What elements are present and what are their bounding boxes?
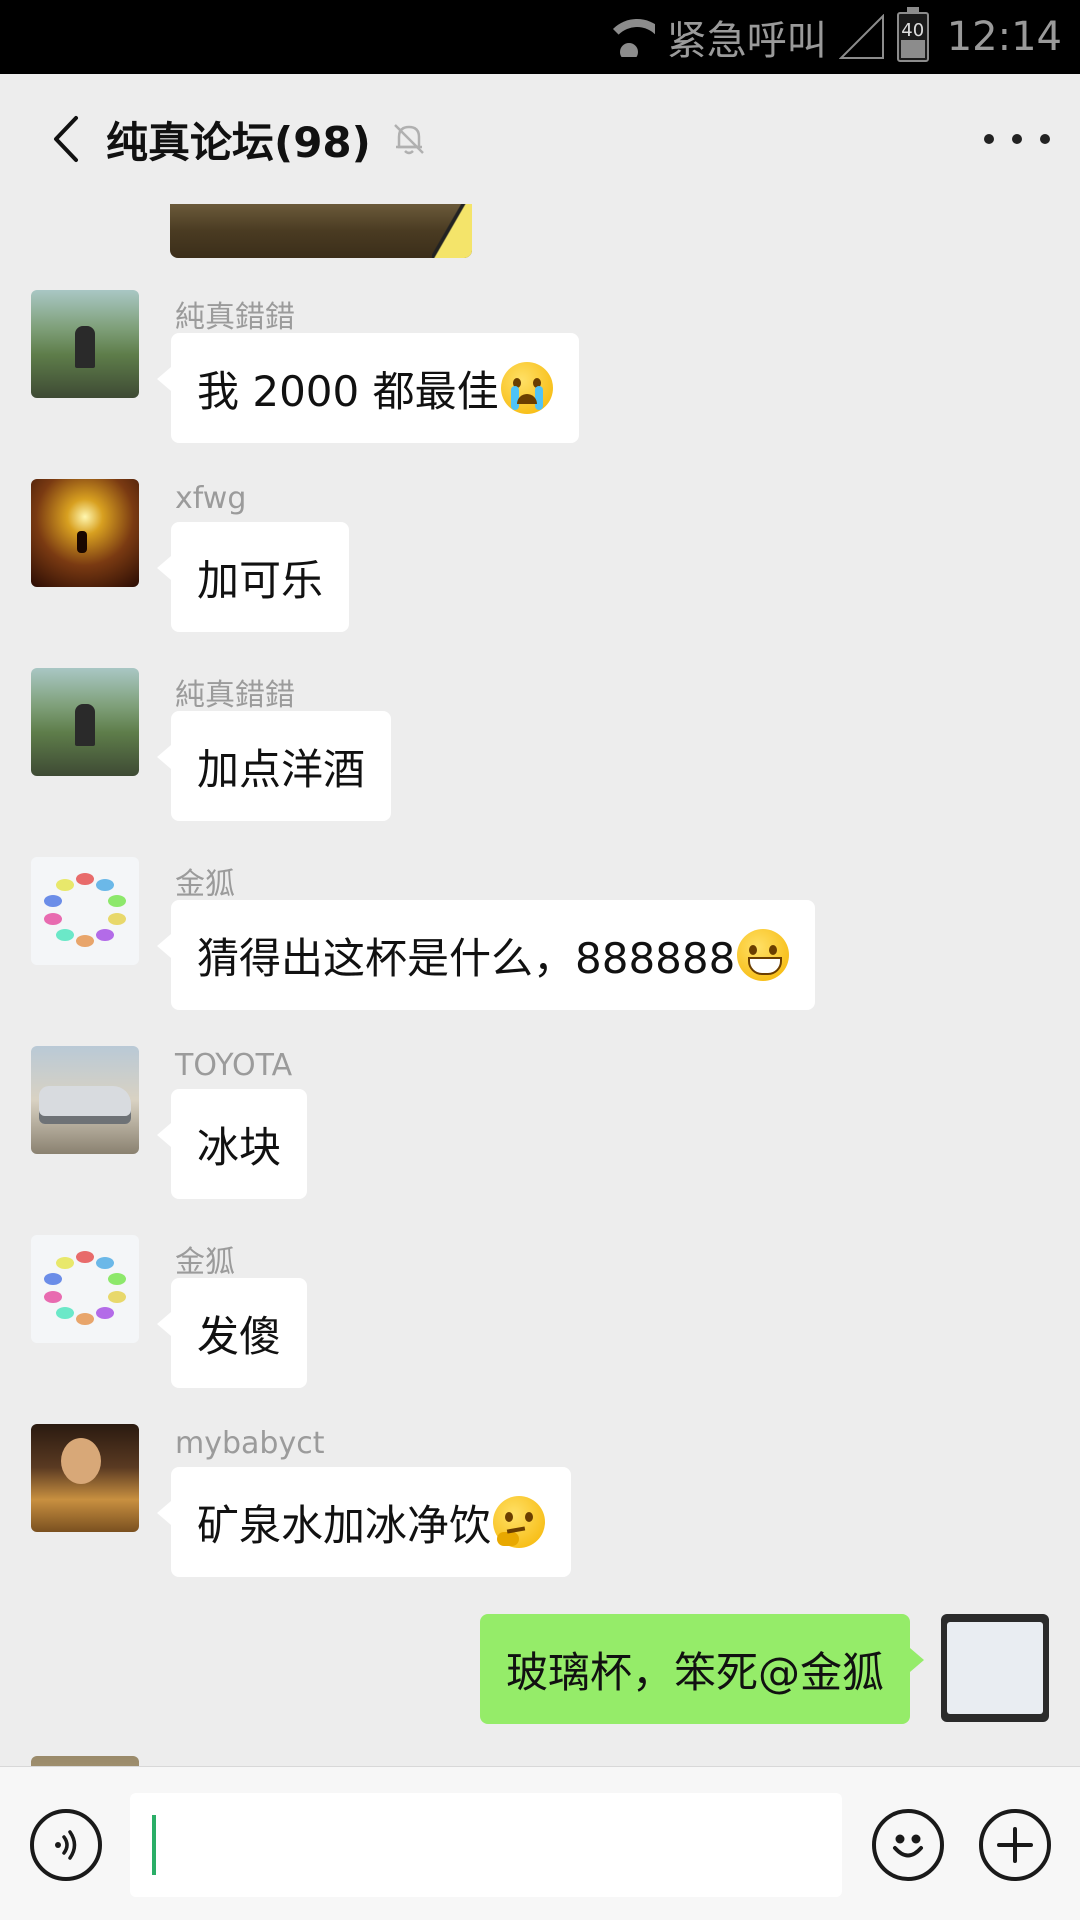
voice-icon	[55, 1830, 77, 1860]
sender-name: mybabyct	[175, 1426, 325, 1461]
avatar[interactable]	[31, 290, 139, 398]
message-text: 猜得出这杯是什么，888888	[197, 933, 736, 983]
grinning-face-icon	[737, 929, 790, 981]
message-bubble[interactable]: 加点洋酒	[156, 711, 392, 821]
emergency-call-text: 紧急呼叫	[666, 18, 827, 64]
my-avatar[interactable]	[941, 1614, 1049, 1722]
message-text: 矿泉水加冰净饮	[197, 1500, 492, 1550]
avatar[interactable]	[31, 857, 139, 965]
sender-name: 純真錯錯	[175, 678, 295, 713]
mute-bell-icon	[393, 124, 424, 155]
chat-title: 纯真论坛(98)	[106, 117, 371, 167]
message-bubble[interactable]: 我 2000 都最佳	[157, 333, 579, 443]
sender-name: TOYOTA	[175, 1048, 293, 1083]
message-text: 发傻	[197, 1311, 282, 1361]
message-bubble[interactable]: 发傻	[156, 1278, 308, 1388]
avatar[interactable]	[31, 1756, 139, 1766]
voice-button[interactable]	[30, 1809, 102, 1881]
avatar[interactable]	[31, 668, 139, 776]
battery-level: 40	[901, 20, 925, 41]
more-dots-icon	[984, 134, 994, 144]
message-bubble[interactable]: 猜得出这杯是什么，888888	[156, 900, 816, 1010]
message-text: 冰块	[197, 1122, 282, 1172]
text-caret	[152, 1815, 156, 1875]
emoji-icon	[893, 1834, 923, 1858]
sender-name: xfwg	[175, 481, 247, 516]
message-text: 玻璃杯，笨死@金狐	[505, 1647, 884, 1697]
avatar[interactable]	[31, 479, 139, 587]
message-list[interactable]: 純真錯錯 我 2000 都最佳 xfwg 加可乐 純真錯錯 加点洋酒 金狐 猜得…	[0, 204, 1080, 1766]
plus-button[interactable]	[979, 1809, 1051, 1881]
clock: 12:14	[946, 14, 1062, 60]
wifi-icon	[602, 17, 655, 57]
avatar[interactable]	[31, 1424, 139, 1532]
back-button[interactable]	[30, 99, 100, 179]
message-text: 我 2000 都最佳	[197, 366, 499, 416]
battery-icon: 40	[896, 7, 929, 62]
status-bar: 紧急呼叫 40 12:14	[0, 0, 1080, 74]
emoji-button[interactable]	[872, 1809, 944, 1881]
message-text: 加点洋酒	[197, 744, 366, 794]
sender-name: 金狐	[175, 1245, 235, 1280]
thinking-face-icon	[493, 1496, 546, 1548]
plus-icon	[997, 1827, 1033, 1863]
signal-icon	[838, 13, 885, 60]
avatar[interactable]	[31, 1046, 139, 1154]
image-message-partial[interactable]	[170, 204, 472, 258]
avatar[interactable]	[31, 1235, 139, 1343]
input-bar	[0, 1766, 1080, 1920]
message-bubble-outgoing[interactable]: 玻璃杯，笨死@金狐	[479, 1614, 925, 1724]
message-text: 加可乐	[197, 555, 324, 605]
more-options-button[interactable]	[984, 114, 1050, 164]
sender-name: 純真錯錯	[175, 300, 295, 335]
crying-face-icon	[500, 362, 553, 414]
back-arrow-icon	[54, 116, 78, 162]
chat-header: 纯真论坛(98)	[0, 74, 1080, 204]
message-bubble[interactable]: 加可乐	[156, 522, 350, 632]
sender-name: 金狐	[175, 867, 235, 902]
message-bubble[interactable]: 矿泉水加冰净饮	[156, 1467, 572, 1577]
message-bubble[interactable]: 冰块	[156, 1089, 308, 1199]
message-input[interactable]	[130, 1793, 842, 1897]
